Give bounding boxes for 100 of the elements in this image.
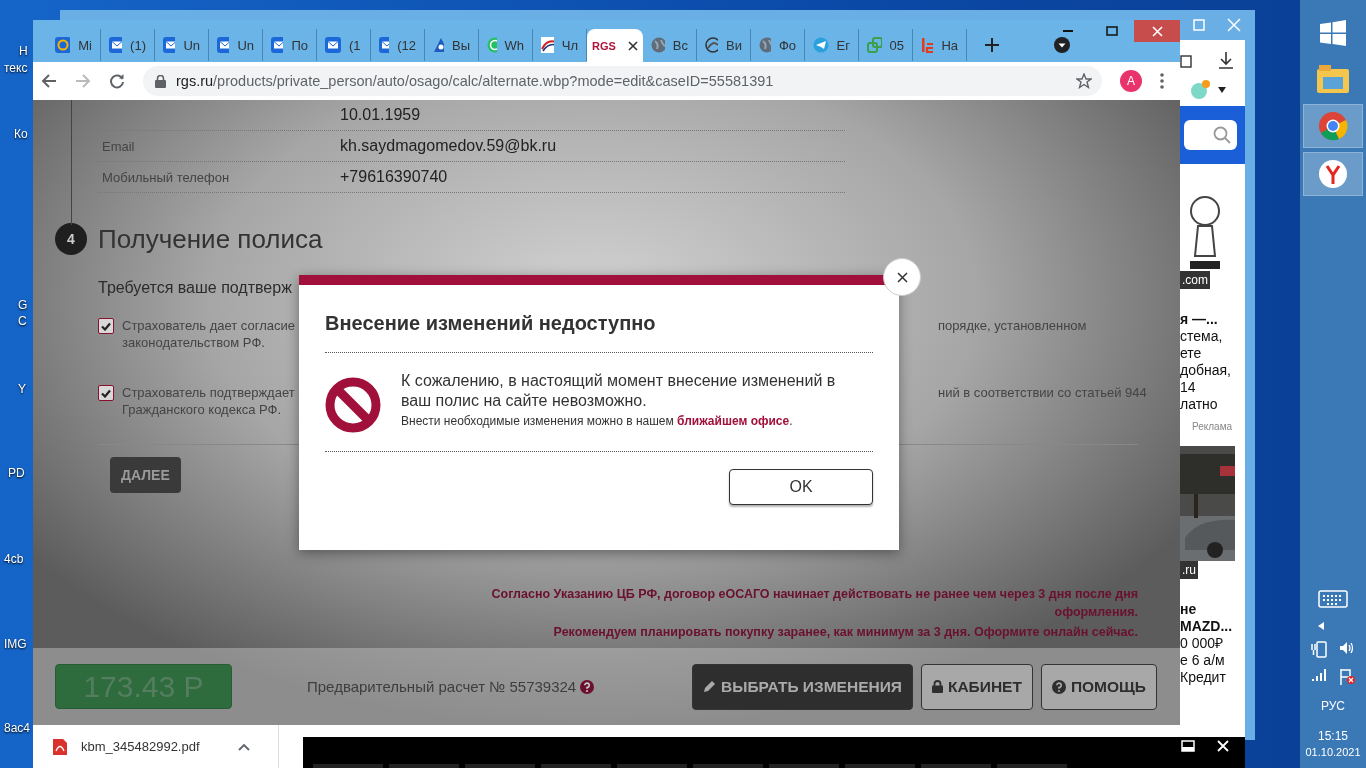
section-title: Получение полиса <box>98 223 323 255</box>
dialog-title: Внесение изменений недоступно <box>325 312 873 353</box>
tab-search-icon[interactable] <box>1054 37 1070 53</box>
telegram-icon <box>813 37 829 53</box>
pdf-icon <box>53 738 67 755</box>
caret-up-icon[interactable] <box>237 742 250 751</box>
field-value: 10.01.1959 <box>340 106 421 124</box>
browser-tab[interactable]: На <box>913 29 967 61</box>
chrome-icon <box>1318 111 1348 141</box>
browser-tab[interactable]: Вс <box>643 29 697 61</box>
consent-text: Страхователь подтверждает <box>122 384 296 401</box>
clock-time[interactable]: 15:15 <box>1318 729 1348 743</box>
yandex-browser-icon <box>1318 159 1348 189</box>
pencil-icon <box>703 680 716 693</box>
browser-tab[interactable]: (1) <box>101 29 155 61</box>
flag-icon <box>541 37 554 53</box>
menu-icon[interactable] <box>1160 73 1164 89</box>
flag-icon[interactable] <box>1339 668 1355 685</box>
browser-tab[interactable]: По <box>263 29 317 61</box>
browser-tab[interactable]: Un <box>209 29 263 61</box>
desktop-icon-label: Y <box>18 382 26 396</box>
browser-tab[interactable]: (1 <box>317 29 371 61</box>
consent-text: порядке, установленном <box>938 317 1087 335</box>
ad-text: е 6 а/м <box>1179 652 1226 669</box>
desktop-icon-label: 8ac4 <box>4 721 31 735</box>
speaker-icon[interactable] <box>1339 640 1355 656</box>
browser-tab[interactable]: Un <box>155 29 209 61</box>
action-button[interactable]: КАБИНЕТ <box>920 663 1033 710</box>
desktop-icon-label: 4cb <box>4 552 24 566</box>
squares-icon <box>867 37 882 53</box>
browser-tab[interactable]: Ви <box>697 29 751 61</box>
ad-text: я —... <box>1179 311 1219 328</box>
desktop-icon-label: PD <box>8 466 25 480</box>
ad-text: MAZD... <box>1179 618 1234 635</box>
mail-icon <box>379 37 390 53</box>
lock-icon <box>155 74 166 88</box>
ok-button[interactable]: OK <box>729 469 873 505</box>
desktop-icon-label: Н <box>19 44 28 58</box>
site-label: .com <box>1180 271 1210 289</box>
consent-text: Страхователь дает согласие <box>122 317 296 334</box>
dialog-message: К сожалению, в настоящий момент внесение изменений в ваш полис на сайте невозможно. <box>401 371 837 411</box>
at-icon <box>55 37 71 53</box>
ad-text: ете <box>1179 345 1203 362</box>
desktop-icon-label: С <box>18 314 27 328</box>
restore-icon[interactable] <box>1181 740 1195 752</box>
taskbar-app[interactable] <box>1303 152 1363 196</box>
notice-text: оформления. <box>1054 604 1138 621</box>
browser-tab[interactable]: Wh <box>479 29 533 61</box>
close-icon[interactable] <box>1217 740 1229 752</box>
signal-icon[interactable] <box>1311 668 1327 682</box>
action-button[interactable]: ВЫБРАТЬ ИЗМЕНЕНИЯ <box>692 663 913 710</box>
profile-avatar[interactable]: A <box>1120 70 1142 92</box>
next-button[interactable]: ДАЛЕЕ <box>110 457 181 493</box>
new-tab-icon[interactable] <box>985 38 999 52</box>
field-label: Мобильный телефон <box>101 169 231 185</box>
clock-date[interactable]: 01.10.2021 <box>1305 746 1361 758</box>
folder-icon <box>1317 65 1349 93</box>
calc-label: Предварительный расчет № 55739324 <box>307 678 577 695</box>
windows-icon <box>1320 20 1346 46</box>
ad-label: Реклама <box>1191 421 1234 432</box>
desktop-icon-label: текс <box>4 61 28 75</box>
search-field[interactable] <box>1184 120 1237 150</box>
browser-tab[interactable]: Mi <box>47 29 101 61</box>
field-label: Email <box>101 138 136 154</box>
browser-tab[interactable]: Фо <box>751 29 805 61</box>
caret-left-icon[interactable] <box>1318 622 1324 630</box>
back-icon[interactable] <box>41 73 57 89</box>
browser-tab[interactable]: 05 <box>859 29 913 61</box>
help-icon[interactable] <box>580 679 595 694</box>
close-tab-icon[interactable] <box>628 40 638 51</box>
consent-text: Гражданского кодекса РФ. <box>122 401 283 418</box>
browser-tab[interactable]: (12 <box>371 29 425 61</box>
bar-icon <box>921 37 934 53</box>
caret-icon[interactable] <box>1218 87 1226 93</box>
browser-tab[interactable]: RGS <box>587 29 643 62</box>
battery-icon[interactable] <box>1311 640 1327 658</box>
language-indicator[interactable]: РУС <box>1321 699 1345 713</box>
action-button[interactable]: ПОМОЩЬ <box>1040 663 1157 710</box>
star-icon[interactable] <box>1076 73 1092 89</box>
search-icon <box>1213 126 1231 144</box>
close-button[interactable] <box>883 258 921 296</box>
download-icon[interactable] <box>1218 51 1234 69</box>
browser-tab[interactable]: Ег <box>805 29 859 61</box>
triangle-icon <box>433 37 444 53</box>
reload-icon[interactable] <box>109 73 125 89</box>
mail-icon <box>217 37 230 53</box>
consent-text: законодательством РФ. <box>122 334 266 351</box>
download-file-name[interactable]: kbm_345482992.pdf <box>81 739 200 754</box>
copy-icon[interactable] <box>1180 52 1194 68</box>
browser-tab[interactable]: Чл <box>533 29 587 61</box>
address-bar[interactable]: rgs.ru/products/private_person/auto/osago/calc/alternate.wbp?mode=edit&caseID=55581391 <box>143 66 1102 96</box>
field-value: +79616390740 <box>340 168 448 186</box>
field-value: kh.saydmagomedov.59@bk.ru <box>340 137 557 155</box>
checkbox[interactable] <box>98 318 114 334</box>
checkbox[interactable] <box>98 385 114 401</box>
lock-icon <box>931 680 943 693</box>
keyboard-icon[interactable] <box>1318 590 1348 608</box>
prohibited-icon <box>325 377 381 433</box>
browser-tab[interactable]: Вы <box>425 29 479 61</box>
step-number: 4 <box>55 223 87 255</box>
